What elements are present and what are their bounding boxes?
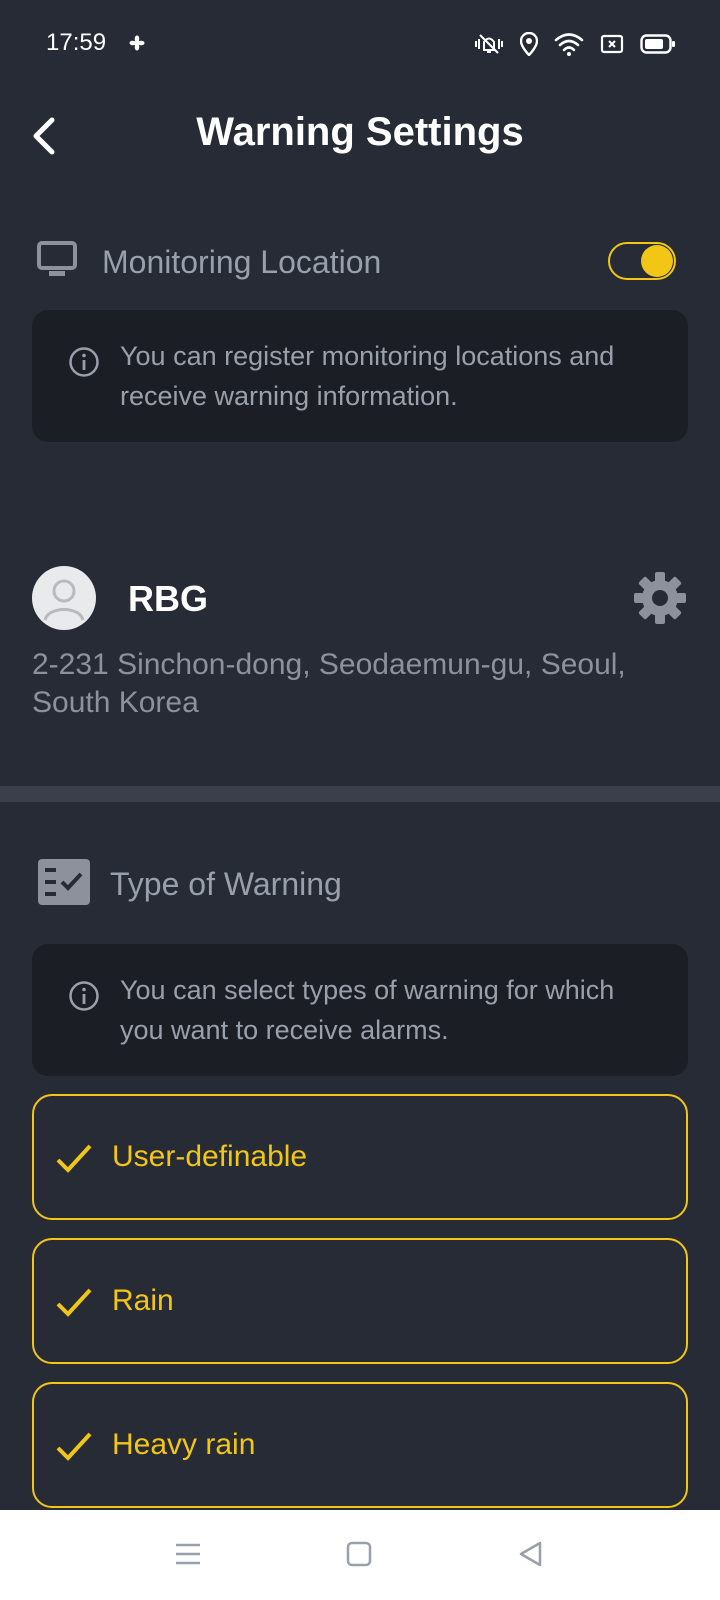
warning-section-header: Type of Warning	[36, 857, 342, 912]
location-name: RBG	[128, 578, 208, 619]
location-address: 2-231 Sinchon-dong, Seodaemun-gu, Seoul,…	[32, 648, 626, 719]
section-divider	[0, 786, 720, 802]
warning-option-rain[interactable]: Rain	[32, 1238, 688, 1364]
check-icon	[54, 1140, 94, 1181]
battery-icon	[640, 33, 676, 62]
status-bar: 17:59	[0, 0, 720, 86]
home-icon[interactable]	[345, 1540, 373, 1573]
warning-option-heavy-rain[interactable]: Heavy rain	[32, 1382, 688, 1508]
info-icon	[68, 346, 100, 389]
toggle-knob	[641, 245, 673, 277]
wifi-icon	[554, 32, 584, 63]
option-label: Rain	[112, 1284, 174, 1317]
option-label: Heavy rain	[112, 1428, 256, 1461]
monitoring-info-text: You can register monitoring locations an…	[120, 341, 615, 411]
header: Warning Settings	[0, 96, 720, 176]
location-profile: RBG	[32, 566, 688, 630]
monitoring-info-box: You can register monitoring locations an…	[32, 310, 688, 442]
back-nav-icon[interactable]	[516, 1540, 544, 1573]
check-icon	[54, 1428, 94, 1469]
screen-record-icon	[600, 33, 624, 62]
gear-icon[interactable]	[632, 570, 688, 631]
location-icon	[519, 31, 539, 63]
warning-title: Type of Warning	[110, 866, 342, 902]
warning-info-box: You can select types of warning for whic…	[32, 944, 688, 1076]
check-icon	[54, 1284, 94, 1325]
page-title: Warning Settings	[196, 110, 524, 154]
monitoring-title: Monitoring Location	[102, 244, 382, 280]
fan-icon	[126, 32, 148, 61]
status-icons	[474, 31, 676, 63]
warning-option-user-definable[interactable]: User-definable	[32, 1094, 688, 1220]
monitoring-section-header: Monitoring Location	[36, 240, 381, 285]
info-icon	[68, 980, 100, 1023]
menu-icon[interactable]	[174, 1540, 202, 1573]
monitor-icon	[36, 240, 78, 285]
option-label: User-definable	[112, 1140, 308, 1173]
status-time: 17:59	[46, 29, 107, 56]
vibrate-off-icon	[474, 32, 504, 63]
system-nav-bar	[0, 1510, 720, 1600]
checklist-icon	[36, 857, 92, 912]
warning-info-text: You can select types of warning for whic…	[120, 975, 615, 1045]
monitoring-toggle[interactable]	[608, 242, 676, 280]
avatar	[32, 566, 96, 630]
